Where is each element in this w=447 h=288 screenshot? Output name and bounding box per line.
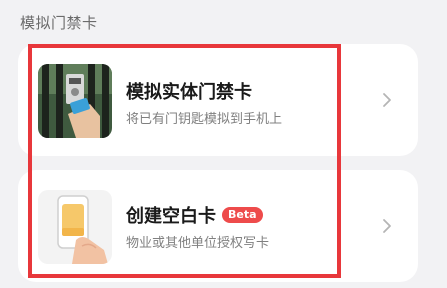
section-title: 模拟门禁卡 bbox=[20, 14, 98, 32]
access-gate-thumbnail bbox=[38, 64, 112, 138]
chevron-right-icon bbox=[383, 93, 391, 107]
card-subtitle: 将已有门钥匙模拟到手机上 bbox=[126, 112, 283, 127]
simulate-physical-card-item[interactable]: 模拟实体门禁卡 将已有门钥匙模拟到手机上 bbox=[18, 44, 418, 156]
card-subtitle: 物业或其他单位授权写卡 bbox=[126, 236, 270, 251]
card-title: 创建空白卡 Beta bbox=[126, 202, 263, 228]
chevron-right-icon bbox=[383, 219, 391, 233]
create-blank-card-item[interactable]: 创建空白卡 Beta 物业或其他单位授权写卡 bbox=[18, 170, 418, 282]
card-title: 模拟实体门禁卡 bbox=[126, 82, 252, 103]
beta-badge: Beta bbox=[222, 207, 263, 223]
blank-card-thumbnail bbox=[38, 190, 112, 264]
card-title-text: 创建空白卡 bbox=[126, 206, 216, 227]
